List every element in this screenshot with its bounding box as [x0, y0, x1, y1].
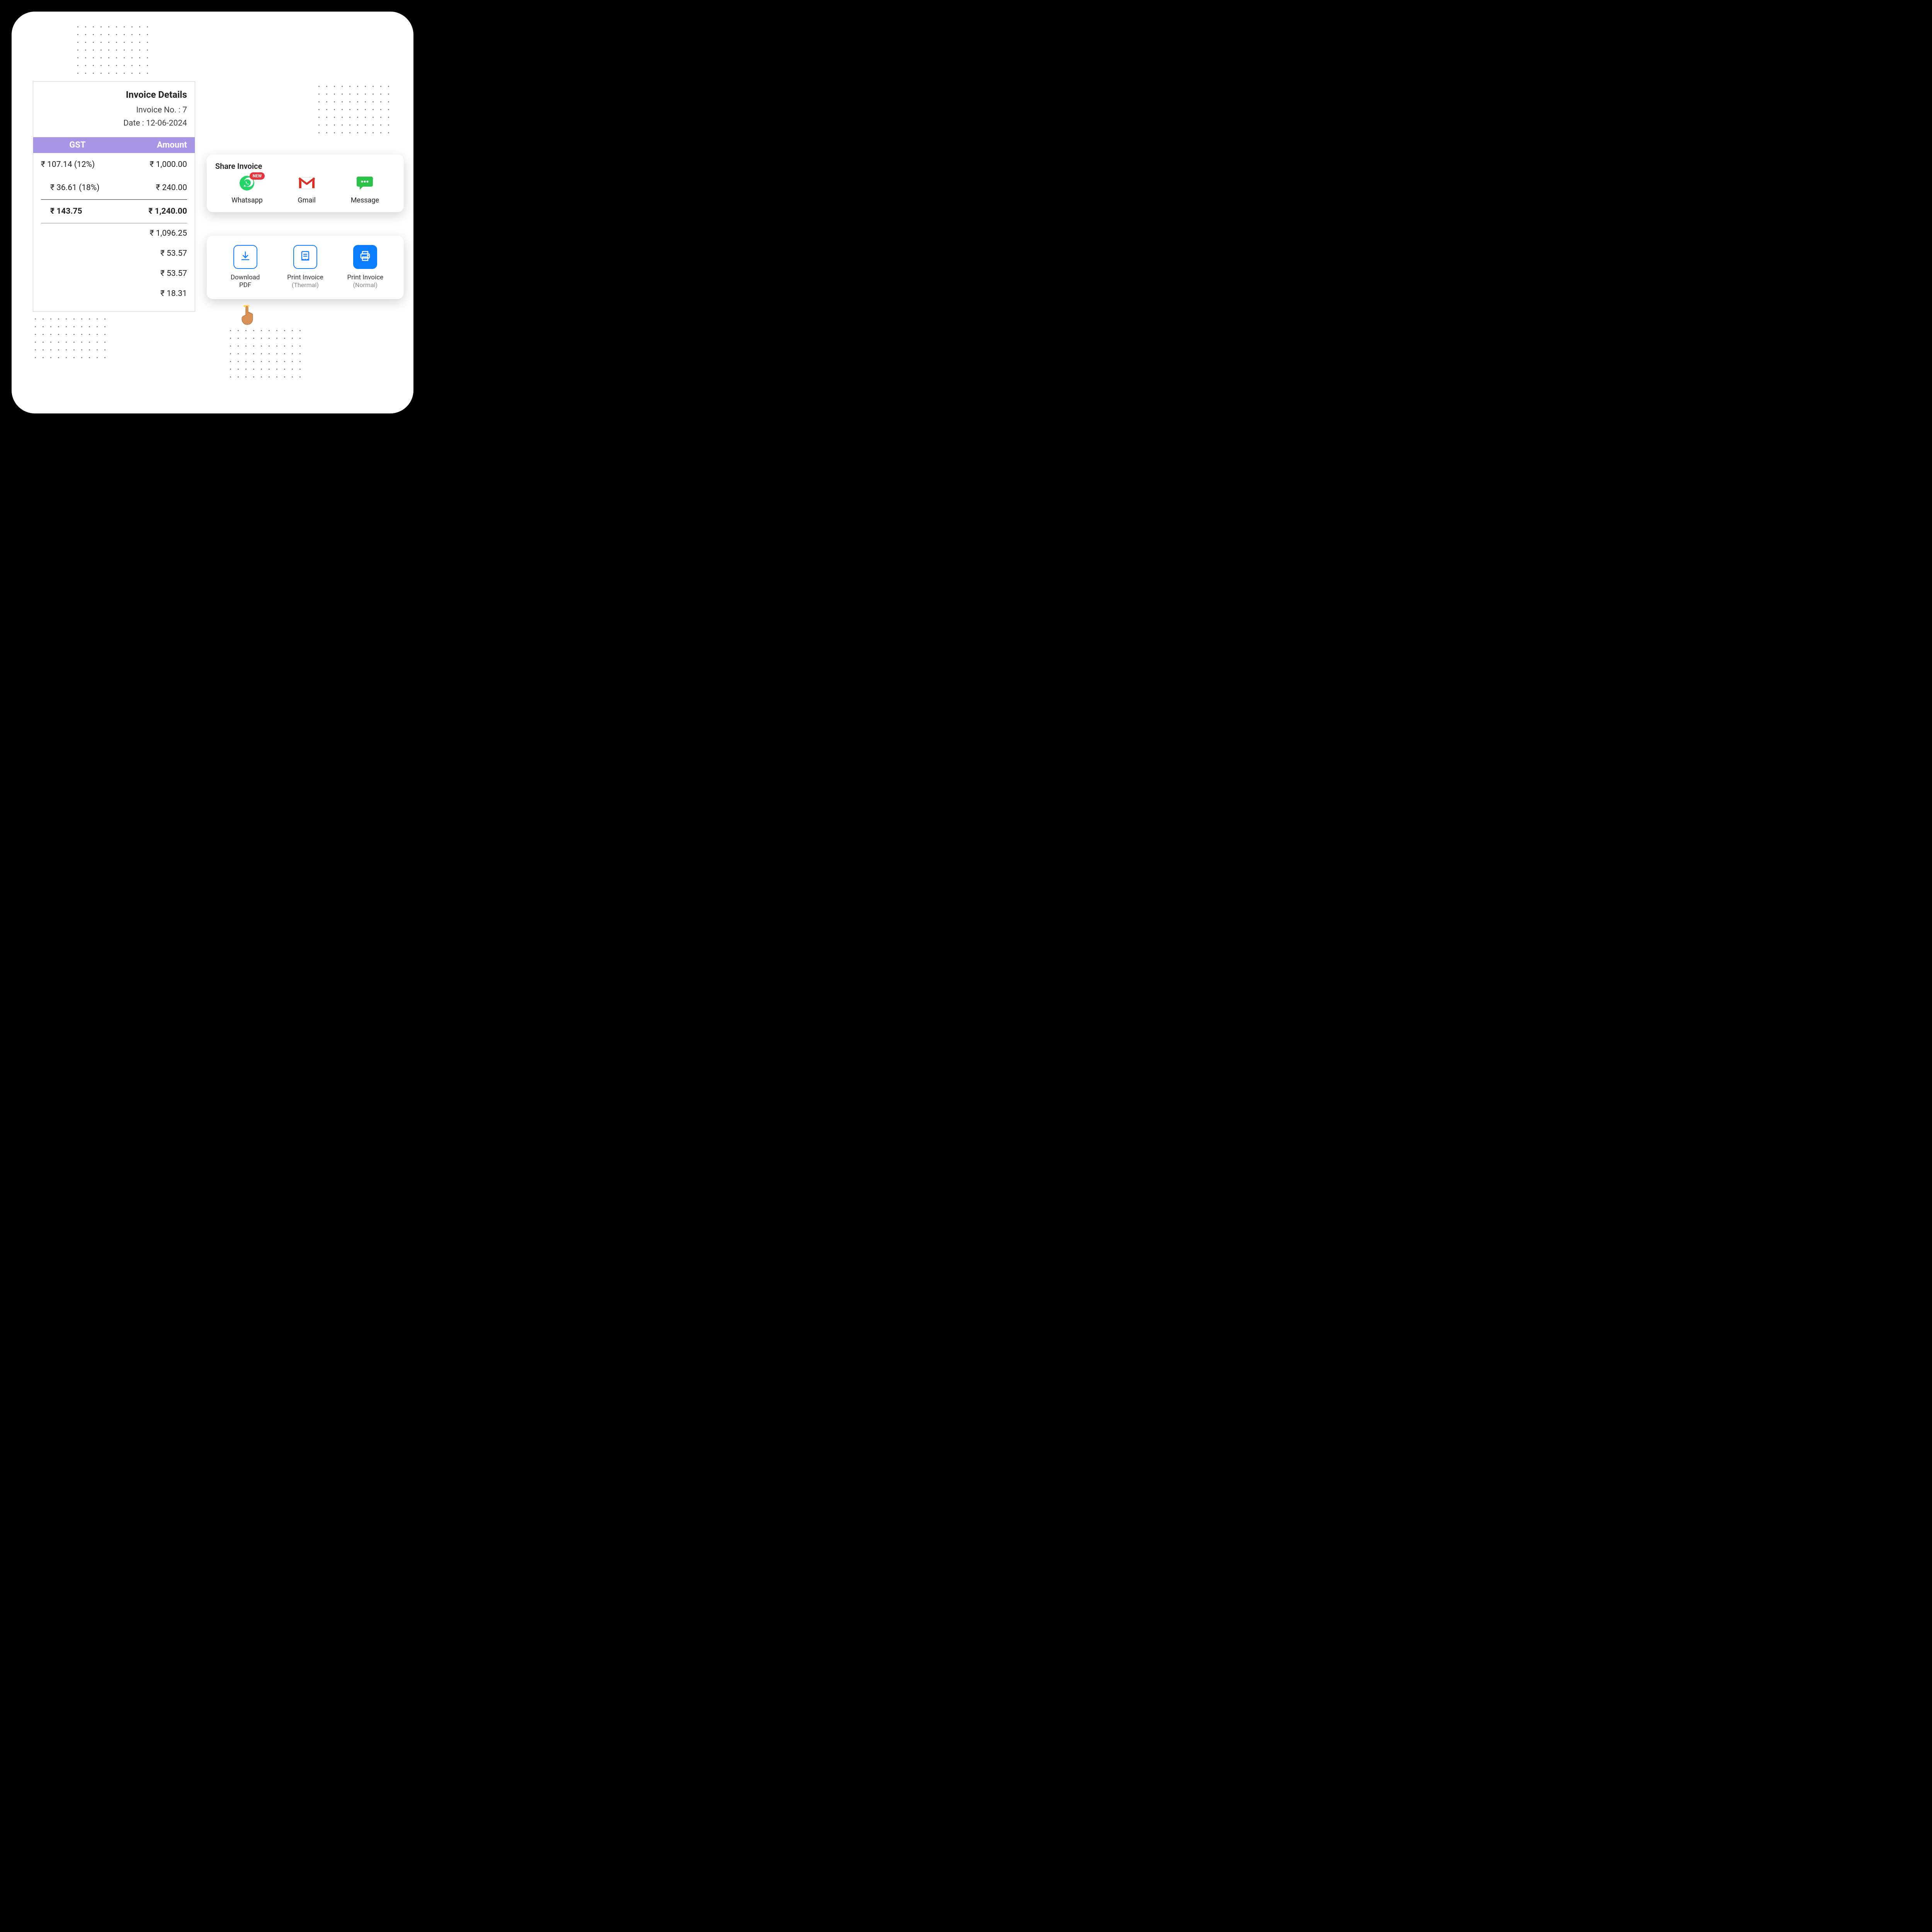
- download-icon: [240, 250, 251, 264]
- invoice-table-header: GST Amount: [33, 137, 195, 153]
- action-label: Print Invoice: [276, 274, 334, 281]
- invoice-number: Invoice No. : 7: [41, 105, 187, 115]
- invoice-row: ₹ 36.61 (18%) ₹ 240.00: [41, 176, 187, 199]
- share-label: Message: [351, 196, 379, 204]
- amount-cell: ₹ 240.00: [119, 183, 187, 192]
- device-frame: Invoice Details Invoice No. : 7 Date : 1…: [8, 8, 417, 417]
- invoice-details-panel: Invoice Details Invoice No. : 7 Date : 1…: [33, 81, 195, 312]
- invoice-total-row: ₹ 143.75 ₹ 1,240.00: [41, 199, 187, 223]
- action-sublabel: (Thermal): [276, 281, 334, 289]
- download-pdf-button[interactable]: Download PDF: [216, 245, 274, 289]
- invoice-actions-card: Download PDF Print Invoice (Thermal): [207, 236, 404, 299]
- decorative-dots: [318, 86, 390, 134]
- share-whatsapp[interactable]: NEW Whatsapp: [231, 175, 263, 204]
- new-badge: NEW: [250, 172, 265, 180]
- extra-amount: ₹ 1,096.25: [41, 223, 187, 243]
- col-amount: Amount: [114, 140, 187, 150]
- gmail-icon: [298, 176, 316, 192]
- invoice-row: ₹ 107.14 (12%) ₹ 1,000.00: [41, 153, 187, 176]
- pointer-hand-icon: [240, 304, 257, 326]
- extra-amount: ₹ 53.57: [41, 264, 187, 284]
- share-label: Whatsapp: [231, 196, 263, 204]
- amount-cell: ₹ 1,000.00: [114, 160, 187, 169]
- print-normal-button[interactable]: Print Invoice (Normal): [336, 245, 394, 289]
- action-sublabel: PDF: [216, 281, 274, 289]
- col-gst: GST: [41, 140, 114, 150]
- message-icon: [356, 175, 374, 193]
- extra-amount: ₹ 18.31: [41, 284, 187, 304]
- action-label: Print Invoice: [336, 274, 394, 281]
- action-label: Download: [216, 274, 274, 281]
- decorative-dots: [35, 311, 107, 359]
- decorative-dots: [230, 330, 302, 379]
- gst-cell: ₹ 107.14 (12%): [41, 160, 114, 169]
- invoice-date: Date : 12-06-2024: [41, 119, 187, 128]
- share-gmail[interactable]: Gmail: [295, 175, 318, 204]
- amount-total: ₹ 1,240.00: [119, 207, 187, 216]
- gst-total: ₹ 143.75: [41, 207, 119, 216]
- print-thermal-button[interactable]: Print Invoice (Thermal): [276, 245, 334, 289]
- action-sublabel: (Normal): [336, 281, 394, 289]
- invoice-title: Invoice Details: [41, 89, 187, 100]
- share-title: Share Invoice: [215, 162, 395, 171]
- gst-cell: ₹ 36.61 (18%): [41, 183, 119, 192]
- receipt-icon: [300, 250, 311, 264]
- extra-amount: ₹ 53.57: [41, 243, 187, 264]
- share-invoice-card: Share Invoice NEW Whatsapp Gmail: [207, 155, 404, 212]
- decorative-dots: [77, 26, 149, 75]
- share-message[interactable]: Message: [351, 175, 379, 204]
- printer-icon: [359, 250, 371, 264]
- share-label: Gmail: [295, 196, 318, 204]
